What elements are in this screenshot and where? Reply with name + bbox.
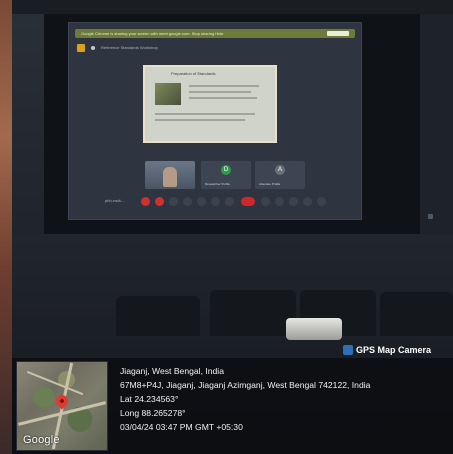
geotag-latitude: Lat 24.234563° <box>120 394 179 404</box>
participant-tile: A Attendee Profile <box>255 161 305 189</box>
gps-map-camera-watermark: GPS Map Camera <box>343 343 431 357</box>
chair <box>210 290 296 336</box>
participant-video <box>163 167 177 187</box>
participant-name: Researcher Profile <box>205 182 230 186</box>
stop-sharing-button <box>327 31 349 36</box>
meet-app-icon <box>77 44 85 52</box>
participant-avatar: D <box>221 165 231 175</box>
end-call-icon <box>241 197 255 206</box>
meeting-code: pbh-rwdt-... <box>105 198 126 203</box>
present-icon <box>197 197 206 206</box>
participant-name: Attendee Profile <box>259 182 281 186</box>
participant-tiles: D Researcher Profile A Attendee Profile <box>145 161 309 189</box>
slide-text-line <box>189 85 259 87</box>
wall-panel <box>420 14 453 244</box>
meeting-controls: pbh-rwdt-... <box>105 195 335 209</box>
projected-screen: Google Chrome is sharing your screen wit… <box>68 22 362 220</box>
recording-dot-icon <box>91 46 95 50</box>
google-logo: Google <box>23 434 60 446</box>
chair <box>380 292 453 336</box>
slide-image <box>155 83 181 105</box>
slide-text-line <box>155 113 255 115</box>
presentation-slide: Preparation of Standards <box>143 65 277 143</box>
chat-icon <box>289 197 298 206</box>
geotag-details: Jiaganj, West Bengal, India 67M8+P4J, Ji… <box>120 364 450 434</box>
participant-video-tile <box>145 161 195 189</box>
watermark-label: GPS Map Camera <box>356 345 432 355</box>
people-icon <box>275 197 284 206</box>
screen-share-notice: Google Chrome is sharing your screen wit… <box>75 29 355 38</box>
photo-scene: Google Chrome is sharing your screen wit… <box>0 0 453 454</box>
geotag-address: 67M8+P4J, Jiaganj, Jiaganj Azimganj, Wes… <box>120 380 371 390</box>
participant-tile: D Researcher Profile <box>201 161 251 189</box>
map-camera-icon <box>343 344 353 355</box>
chair <box>116 296 200 336</box>
slide-title: Preparation of Standards <box>171 71 216 76</box>
slide-text-line <box>155 119 245 121</box>
mic-off-icon <box>141 197 150 206</box>
meeting-header: Reference Standards Workshop <box>75 43 195 53</box>
captions-icon <box>169 197 178 206</box>
projector <box>286 318 342 340</box>
location-pin-icon <box>53 392 71 410</box>
slide-text-line <box>189 97 257 99</box>
ceiling <box>12 0 453 14</box>
more-options-icon <box>225 197 234 206</box>
info-icon <box>261 197 270 206</box>
emoji-icon <box>183 197 192 206</box>
slide-text-line <box>189 91 251 93</box>
map-road <box>26 370 84 396</box>
raise-hand-icon <box>211 197 220 206</box>
activities-icon <box>303 197 312 206</box>
participant-avatar: A <box>275 165 285 175</box>
geotag-longitude: Long 88.265278° <box>120 408 186 418</box>
screen-share-notice-text: Google Chrome is sharing your screen wit… <box>81 31 224 36</box>
window-curtain <box>0 0 12 454</box>
camera-off-icon <box>155 197 164 206</box>
location-map-thumbnail: Google <box>16 361 108 451</box>
host-controls-icon <box>317 197 326 206</box>
geotag-datetime: 03/04/24 03:47 PM GMT +05:30 <box>120 422 243 432</box>
geotag-place: Jiaganj, West Bengal, India <box>120 366 224 376</box>
meeting-title: Reference Standards Workshop <box>101 45 158 50</box>
